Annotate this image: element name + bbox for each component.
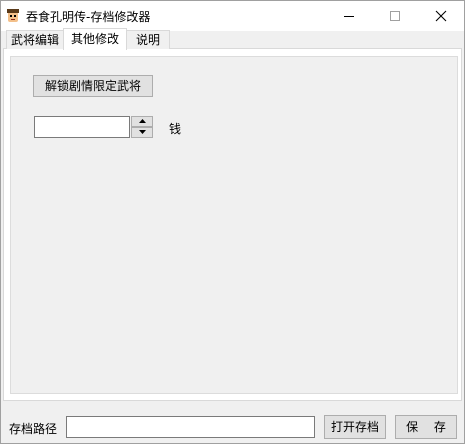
tab-general-edit[interactable]: 武将编辑	[6, 30, 64, 49]
minimize-icon	[344, 16, 354, 17]
app-icon	[5, 8, 21, 24]
other-edit-panel	[10, 56, 458, 394]
open-save-button[interactable]: 打开存档	[324, 415, 386, 439]
app-window: 吞食孔明传-存档修改器 武将编辑 其他修改 说明 解锁剧情限定武将 钱 存档路径…	[0, 0, 465, 444]
money-label: 钱	[169, 122, 182, 136]
save-path-label: 存档路径	[9, 422, 58, 436]
minimize-button[interactable]	[326, 1, 372, 31]
close-icon	[435, 10, 447, 22]
maximize-icon	[390, 11, 400, 21]
save-button[interactable]: 保 存	[395, 415, 457, 439]
save-path-input[interactable]	[66, 416, 315, 438]
arrow-down-icon	[139, 130, 146, 134]
tab-help[interactable]: 说明	[126, 30, 170, 49]
unlock-limited-generals-button[interactable]: 解锁剧情限定武将	[33, 75, 153, 97]
money-increment-button[interactable]	[131, 116, 153, 127]
close-button[interactable]	[418, 1, 464, 31]
maximize-button[interactable]	[372, 1, 418, 31]
money-decrement-button[interactable]	[131, 127, 153, 138]
tab-other-edit[interactable]: 其他修改	[63, 28, 127, 50]
window-title: 吞食孔明传-存档修改器	[26, 10, 151, 24]
money-input[interactable]	[34, 116, 130, 138]
title-bar[interactable]: 吞食孔明传-存档修改器	[1, 1, 464, 31]
arrow-up-icon	[139, 119, 146, 123]
